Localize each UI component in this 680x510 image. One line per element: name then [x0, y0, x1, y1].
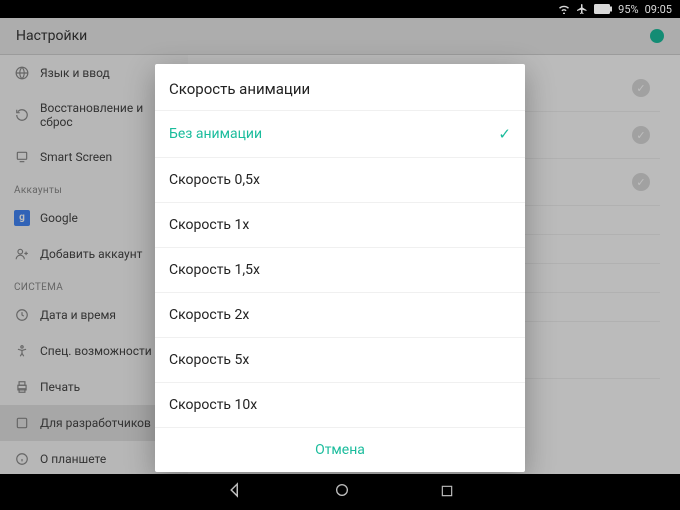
nav-home-button[interactable]	[334, 482, 350, 502]
check-icon: ✓	[498, 125, 511, 143]
option-label: Скорость 0,5x	[169, 172, 260, 188]
dialog-cancel-button[interactable]: Отмена	[155, 427, 525, 472]
option-label: Скорость 1x	[169, 217, 249, 233]
option-label: Скорость 5x	[169, 352, 249, 368]
nav-recents-button[interactable]	[440, 483, 454, 502]
dialog-option-no-animation[interactable]: Без анимации ✓	[155, 110, 525, 157]
option-label: Без анимации	[169, 126, 262, 142]
dialog-option-5x[interactable]: Скорость 5x	[155, 337, 525, 382]
nav-back-button[interactable]	[226, 481, 244, 503]
navigation-bar	[0, 474, 680, 510]
option-label: Скорость 2x	[169, 307, 249, 323]
animation-speed-dialog: Скорость анимации Без анимации ✓ Скорость…	[155, 64, 525, 472]
dialog-option-2x[interactable]: Скорость 2x	[155, 292, 525, 337]
dialog-option-10x[interactable]: Скорость 10x	[155, 382, 525, 427]
dialog-option-1x[interactable]: Скорость 1x	[155, 202, 525, 247]
dialog-title: Скорость анимации	[155, 64, 525, 110]
option-label: Скорость 10x	[169, 397, 257, 413]
dialog-option-05x[interactable]: Скорость 0,5x	[155, 157, 525, 202]
dialog-option-15x[interactable]: Скорость 1,5x	[155, 247, 525, 292]
option-label: Скорость 1,5x	[169, 262, 260, 278]
